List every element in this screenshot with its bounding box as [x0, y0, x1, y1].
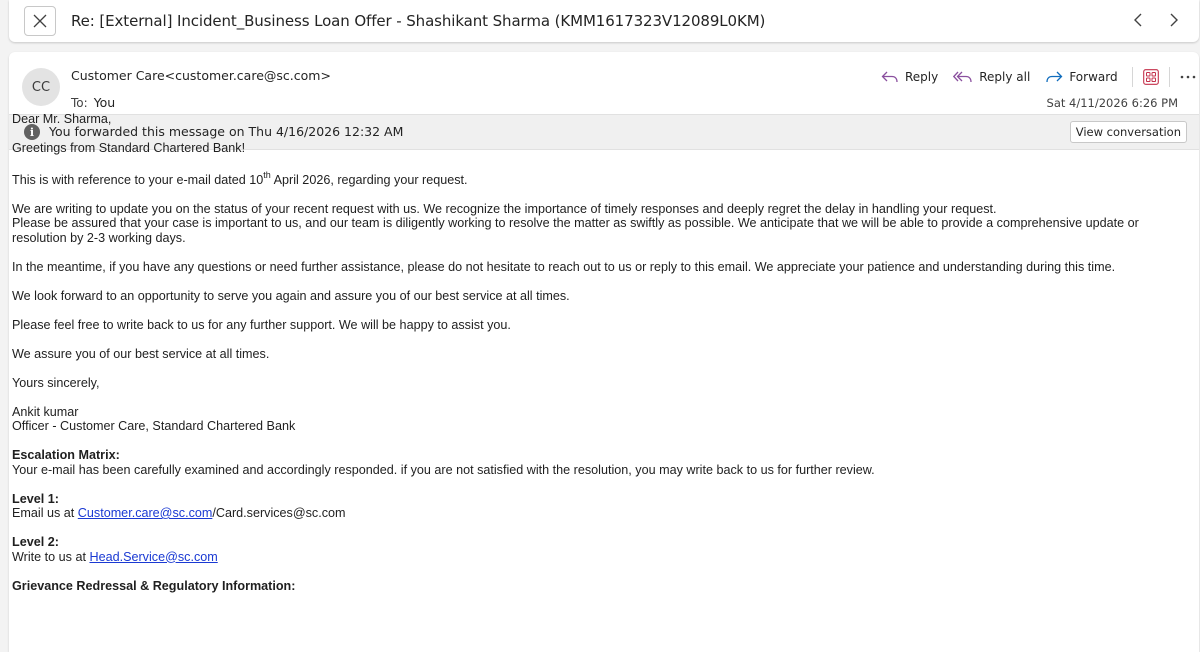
chevron-right-icon [1170, 13, 1178, 27]
level1-post: /Card.services@sc.com [212, 506, 346, 520]
assure-paragraph: We assure you of our best service at all… [12, 346, 270, 361]
forward-button[interactable]: Forward [1045, 70, 1118, 84]
feel-free-paragraph: Please feel free to write back to us for… [12, 317, 511, 332]
head-service-email-link[interactable]: Head.Service@sc.com [89, 550, 217, 564]
update-paragraph-1: We are writing to update you on the stat… [12, 201, 997, 216]
recipient-line: To: You [71, 95, 115, 110]
update-paragraph-2: Please be assured that your case is impo… [12, 216, 1139, 245]
close-button[interactable] [24, 6, 56, 36]
reply-label: Reply [905, 70, 939, 84]
apps-button[interactable] [1142, 69, 1159, 85]
sender-name[interactable]: Customer Care<customer.care@sc.com> [71, 68, 331, 83]
subject-bar: Re: [External] Incident_Business Loan Of… [9, 0, 1199, 42]
avatar: CC [22, 68, 60, 106]
look-forward-paragraph: We look forward to an opportunity to ser… [12, 288, 570, 303]
signer-title: Officer - Customer Care, Standard Charte… [12, 419, 296, 433]
subject-title: Re: [External] Incident_Business Loan Of… [71, 12, 766, 30]
reference-line: This is with reference to your e-mail da… [12, 169, 1172, 188]
grievance-heading: Grievance Redressal & Regulatory Informa… [12, 578, 296, 593]
close-icon [33, 14, 47, 28]
actions-divider [1131, 67, 1133, 87]
level2-pre: Write to us at [12, 549, 90, 564]
previous-message-button[interactable] [1127, 9, 1149, 31]
signer-name: Ankit kumar [12, 404, 79, 419]
reference-pre: This is with reference to your e-mail da… [12, 172, 264, 187]
meantime-paragraph: In the meantime, if you have any questio… [12, 259, 1116, 274]
level1-line: Email us at Customer.care@sc.com/Card.se… [12, 506, 1172, 521]
more-actions-button[interactable] [1180, 75, 1196, 79]
reply-button[interactable]: Reply [881, 70, 938, 84]
apps-icon [1142, 69, 1159, 85]
escalation-text: Your e-mail has been carefully examined … [12, 462, 875, 477]
level1-pre: Email us at [12, 506, 78, 520]
message-body: Dear Mr. Sharma, Greetings from Standard… [12, 112, 1172, 593]
escalation-heading: Escalation Matrix: [12, 448, 120, 462]
level1-heading: Level 1: [12, 491, 59, 506]
message-date: Sat 4/11/2026 6:26 PM [1046, 96, 1178, 110]
forward-label: Forward [1069, 70, 1118, 84]
greetings-line: Greetings from Standard Chartered Bank! [12, 141, 246, 155]
reference-sup: th [263, 169, 271, 180]
level2-line: Write to us at Head.Service@sc.com [12, 550, 1172, 565]
recipient-value[interactable]: You [94, 95, 116, 110]
more-icon [1180, 75, 1195, 79]
forward-icon [1046, 71, 1063, 83]
customer-care-email-link[interactable]: Customer.care@sc.com [78, 506, 213, 520]
reference-post: April 2026, regarding your request. [270, 172, 468, 187]
reply-all-label: Reply all [979, 70, 1031, 84]
next-message-button[interactable] [1163, 9, 1185, 31]
to-label: To: [71, 96, 88, 110]
reply-icon [881, 71, 898, 83]
closing: Yours sincerely, [12, 375, 100, 390]
chevron-left-icon [1134, 13, 1142, 27]
level2-heading: Level 2: [12, 535, 59, 549]
reply-all-icon [953, 71, 972, 83]
greeting: Dear Mr. Sharma, [12, 112, 112, 126]
reply-all-button[interactable]: Reply all [953, 70, 1030, 84]
message-actions: Reply Reply all Forward [881, 66, 1196, 88]
actions-divider-2 [1168, 67, 1170, 87]
